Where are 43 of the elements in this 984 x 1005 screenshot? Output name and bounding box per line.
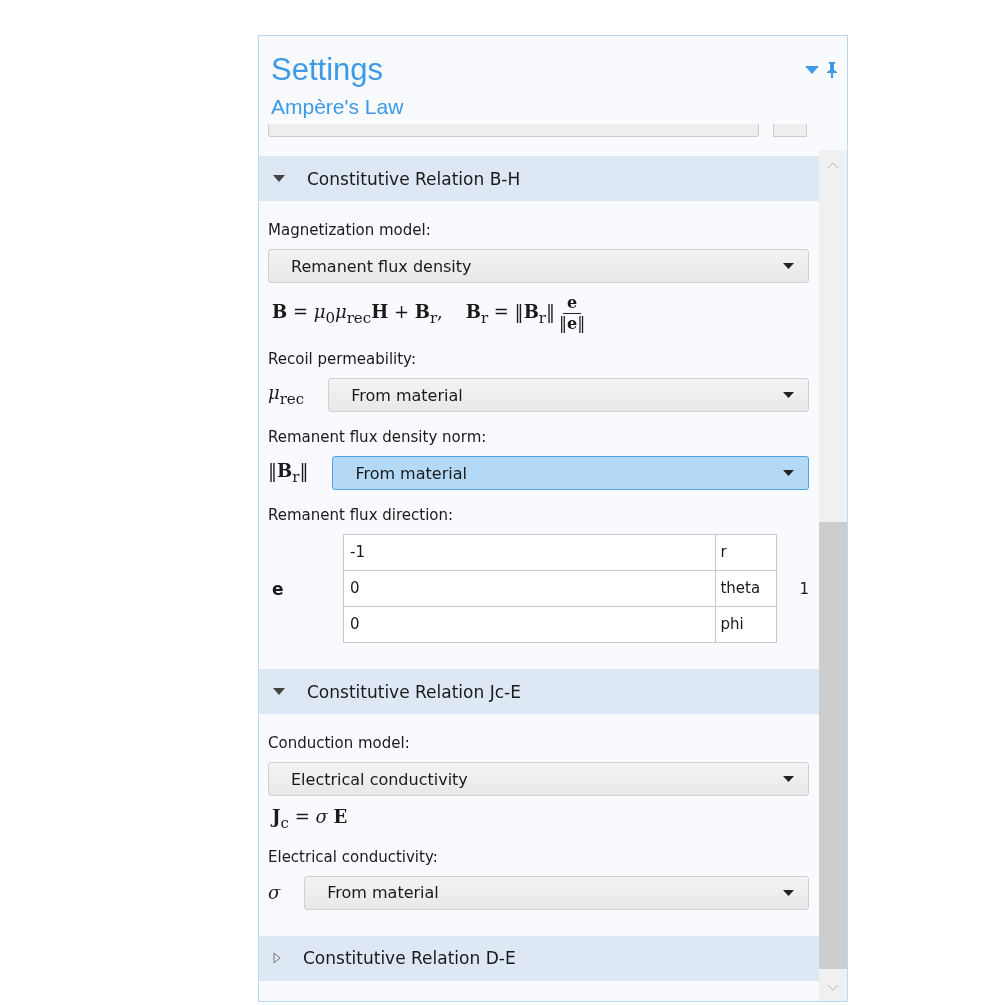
dropdown[interactable]: From material (328, 378, 809, 412)
collapse-icon (273, 687, 285, 696)
field-label: Remanent flux density norm: (268, 428, 488, 446)
section-header[interactable]: Constitutive Relation B-H (259, 156, 819, 201)
caret-icon (783, 889, 794, 896)
input-field[interactable]: 0 (344, 607, 717, 642)
field-label: Magnetization model: (268, 221, 432, 239)
collapse-icon (273, 174, 285, 183)
section-header[interactable]: Constitutive Relation D-E (259, 935, 819, 981)
panel-title: Settings (271, 52, 383, 88)
caret-icon (783, 470, 794, 476)
field-label: Electrical conductivity: (268, 847, 439, 866)
formula: J$_{c}$ = σ E (269, 806, 349, 832)
scroll-down-icon[interactable] (827, 984, 839, 991)
section-header[interactable]: Constitutive Relation Jc-E (259, 669, 819, 714)
scroll-up-icon[interactable] (827, 162, 839, 169)
field-label: Recoil permeability: (268, 350, 417, 368)
formula: B = μ$_{0}$μ$_{rec}$H + B$_{r}$, B$_{r}$ = ‖B$_{r}$‖ e ‖e‖ (271, 293, 587, 334)
caret-icon (783, 392, 794, 398)
table-cell: r (716, 535, 777, 570)
caret-icon (783, 263, 794, 269)
dropdown[interactable]: Remanent flux density (268, 249, 809, 283)
expand-icon (273, 952, 281, 965)
panel-subtitle: Ampère's Law (271, 94, 405, 120)
dropdown[interactable]: From material (304, 875, 809, 910)
field-label: Conduction model: (268, 734, 411, 752)
scrollbar[interactable] (819, 150, 847, 1001)
table-cell: phi (716, 607, 777, 642)
component-count: 1 (799, 579, 809, 598)
caret-icon (783, 776, 794, 782)
input-field[interactable]: 0 (344, 571, 717, 606)
symbol: σ (268, 882, 281, 904)
dropdown[interactable]: Electrical conductivity (268, 762, 809, 796)
edit-button[interactable] (773, 124, 807, 137)
symbol: ‖B$_{r}$‖ (268, 460, 309, 486)
symbol: μ$_{rec}$ (268, 382, 305, 408)
field-label: Remanent flux direction: (268, 506, 455, 524)
symbol: e (271, 578, 285, 599)
dropdown-icon[interactable] (805, 66, 819, 74)
pin-icon[interactable] (827, 62, 837, 78)
table-cell: theta (716, 571, 777, 606)
dropdown[interactable]: From material (332, 456, 809, 490)
input-field[interactable]: -1 (344, 535, 717, 570)
